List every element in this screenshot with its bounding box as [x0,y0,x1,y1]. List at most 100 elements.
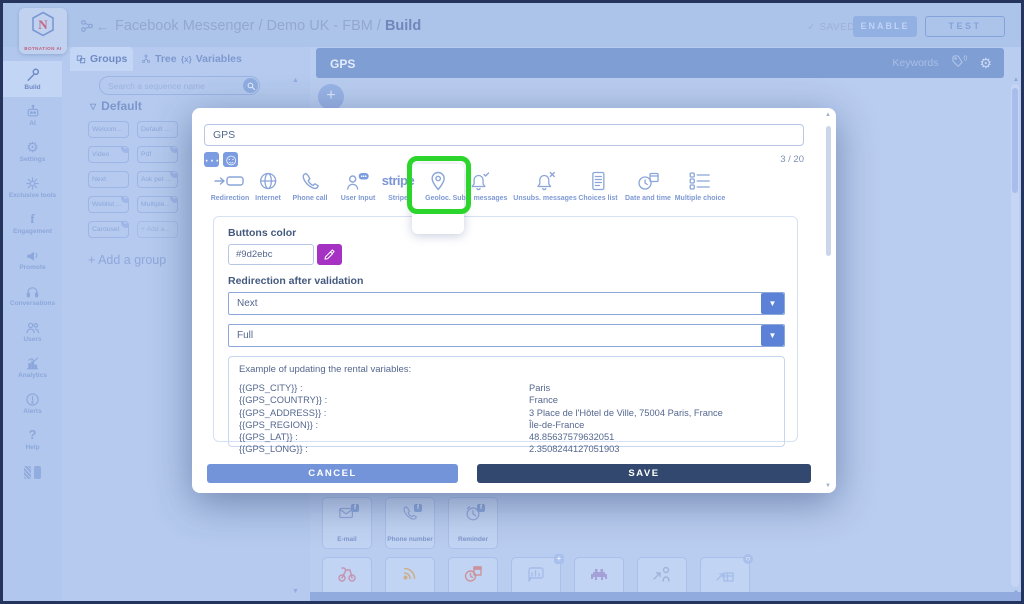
search-input[interactable] [108,78,228,93]
tab-phone-call[interactable]: Phone call [292,170,327,202]
scroll-up-arrow[interactable]: ▲ [1013,77,1019,83]
modal-scrollbar-thumb[interactable] [826,126,831,256]
sidebar-item-help[interactable]: ? Help [3,421,62,457]
tab-redirection[interactable]: Redirection [208,170,252,202]
facebook-badge-icon: f [414,504,422,512]
automation-icon [337,564,357,584]
test-button[interactable]: TEST [925,16,1005,37]
sidebar-item-users[interactable]: Users [3,313,62,349]
tool-card-email[interactable]: f E-mail [322,497,372,549]
export-icon [715,564,735,584]
cancel-button[interactable]: CANCEL [207,464,458,483]
keywords-label[interactable]: Keywords [892,57,938,69]
modal-scroll-down-arrow[interactable]: ▼ [823,483,833,489]
panel-scroll-down-arrow[interactable]: ▼ [292,588,299,595]
sidebar-item-conversations[interactable]: Conversations [3,277,62,313]
sequence-chip[interactable]: Multiple...∞ [137,196,178,213]
sequence-chip[interactable]: Next [88,171,129,188]
user-input-icon [343,170,373,192]
sequence-chip[interactable]: Ask pet ...∞ [137,171,178,188]
annotation-highlight-box [407,156,471,214]
tab-internet[interactable]: Internet [255,170,281,202]
save-button[interactable]: SAVE [477,464,811,483]
modal-scroll-up-arrow[interactable]: ▲ [823,112,833,118]
link-badge-icon: ∞ [121,196,129,203]
sidebar-item-build[interactable]: Build [3,61,62,97]
sidebar-item-engagement[interactable]: f Engagement [3,205,62,241]
scrollbar-thumb[interactable] [1012,88,1018,193]
groups-icon [76,54,86,64]
tab-groups[interactable]: Groups [70,47,133,71]
sequence-chip[interactable]: Carousel∞ [88,221,129,238]
mode-dropdown[interactable]: Full ▼ [228,324,785,347]
bottom-scroll-strip[interactable] [310,592,1021,601]
enable-button[interactable]: ENABLE [853,16,917,37]
bell-check-icon [469,170,491,192]
group-header-default[interactable]: ▽ Default [90,99,142,113]
color-picker-button[interactable] [317,244,342,265]
variables-icon: {x} [181,55,192,64]
sidebar-item-exclusive-tools[interactable]: Exclusive tools [3,169,62,205]
breadcrumb-path[interactable]: Facebook Messenger / Demo UK - FBM / [115,18,385,34]
redirection-icon [208,170,252,192]
add-group-button[interactable]: + Add a group [88,253,166,267]
emoji-icon[interactable]: ☺ [223,152,238,167]
sequence-chip[interactable]: Default ... [137,121,178,138]
chevron-down-icon: ▼ [761,293,784,314]
modal-scrollbar[interactable]: ▲ ▼ [823,112,833,489]
sidebar-item-alerts[interactable]: Alerts [3,385,62,421]
tab-unsubs-messages[interactable]: Unsubs. messages [513,170,576,202]
sidebar-item-ai[interactable]: AI [3,97,62,133]
tab-date-and-time[interactable]: Date and time [625,170,671,202]
variable-value: 3 Place de l'Hôtel de Ville, 75004 Paris… [529,407,774,419]
breadcrumb-current: Build [385,18,421,34]
block-title-input[interactable] [204,124,804,146]
sequence-chip[interactable]: Welcom... [88,121,129,138]
variable-value: 48.85637579632051 [529,431,774,443]
language-flags[interactable] [3,457,62,493]
statistics-icon [526,564,546,584]
facebook-badge-icon: f [477,504,485,512]
sidebar-item-analytics[interactable]: Analytics [3,349,62,385]
add-sequence-chip[interactable]: + Add a... [137,221,178,238]
sequence-chip[interactable]: Weblist ...∞ [88,196,129,213]
sun-gear-icon [25,176,40,191]
language-flags-icon [23,466,43,484]
tool-card-reminder[interactable]: f Reminder [448,497,498,549]
date-time-icon [636,170,660,192]
tab-user-input[interactable]: User Input [341,170,376,202]
tab-variables[interactable]: {x} Variables [175,47,248,71]
variable-value: Paris [529,382,774,394]
headset-icon [25,284,40,299]
tab-multiple-choice[interactable]: Multiple choice [675,170,726,202]
search-button[interactable] [243,78,258,93]
sequence-title: GPS [330,57,355,71]
botnation-logo[interactable]: N BOTNATION AI [19,8,67,54]
keywords-tag-icon[interactable]: 0 [951,54,968,72]
add-block-button[interactable]: + [318,84,344,110]
canvas-scrollbar[interactable] [1011,84,1019,587]
svg-text:N: N [38,17,48,32]
tab-choices-list[interactable]: Choices list [578,170,617,202]
sidebar-item-settings[interactable]: ⚙ Settings [3,133,62,169]
question-icon: ? [29,427,37,443]
buttons-color-input[interactable] [228,244,314,265]
internet-icon [257,170,279,192]
sequence-settings-icon[interactable]: ⚙ [979,55,992,72]
check-icon: ✓ [807,22,819,33]
example-title: Example of updating the rental variables… [239,364,774,375]
chart-icon [25,356,40,371]
redirection-dropdown[interactable]: Next ▼ [228,292,785,315]
keyboard-icon[interactable]: ··· [204,152,219,167]
variable-value: 2.3508244127051903 [529,443,774,455]
sequence-chip[interactable]: Video∞ [88,146,129,163]
dashboard-back-icon[interactable]: ← [79,18,109,34]
tool-card-phone-number[interactable]: f Phone number [385,497,435,549]
users-icon [25,319,41,335]
panel-scroll-up-arrow[interactable]: ▲ [292,77,299,84]
plus-badge-icon: + [554,554,564,564]
alert-icon [25,392,40,407]
variable-name: {{GPS_LONG}} : [239,443,529,455]
sequence-chip[interactable]: Pdf∞ [137,146,178,163]
sidebar-item-promote[interactable]: Promote [3,241,62,277]
